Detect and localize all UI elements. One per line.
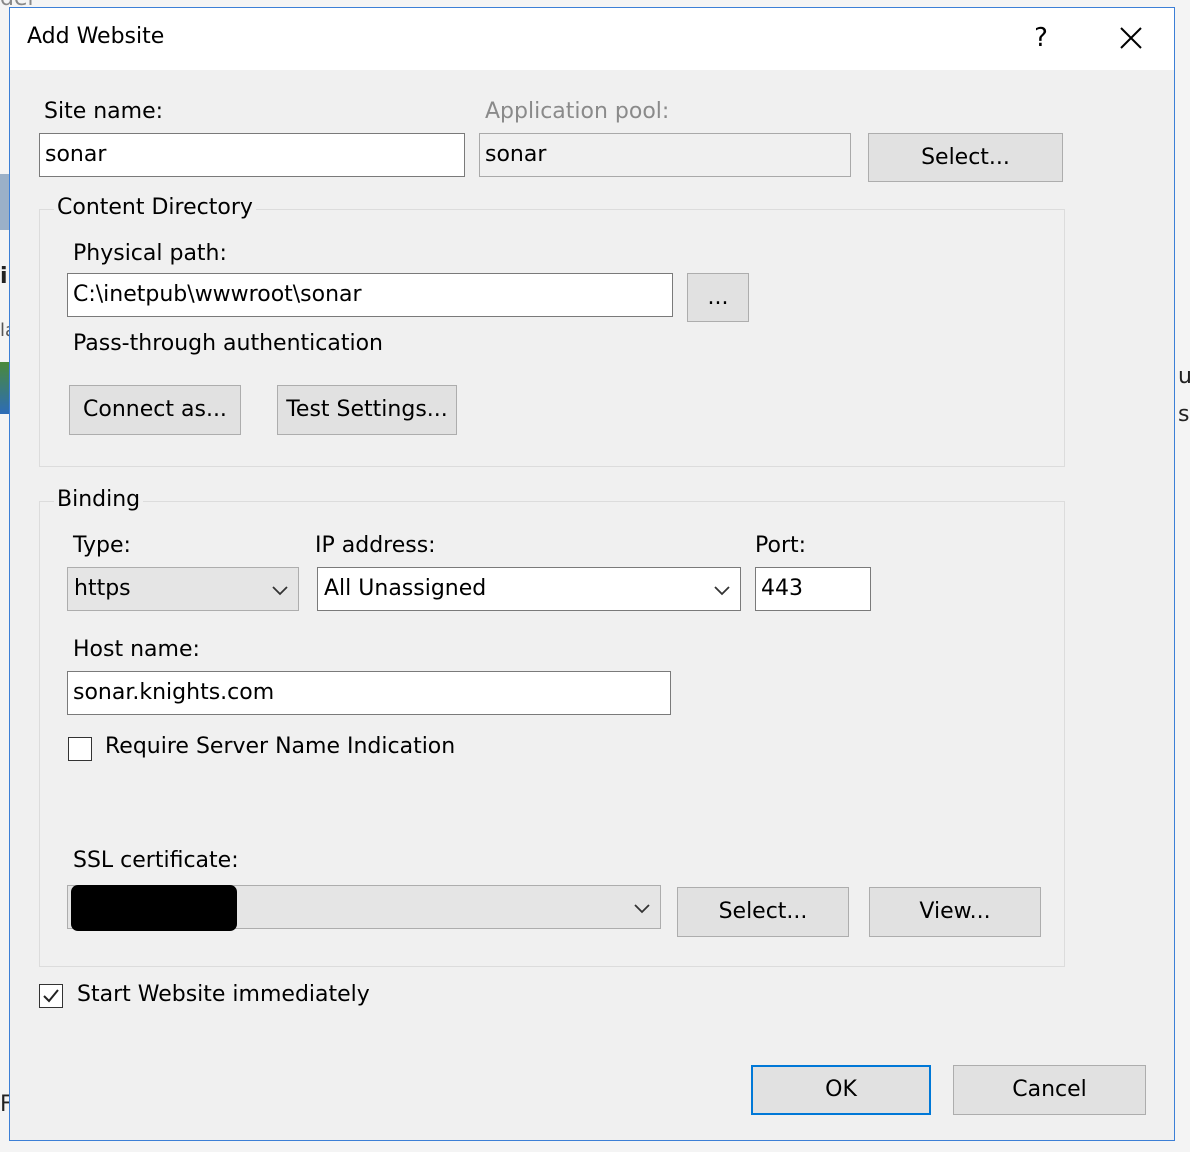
start-immediately-label: Start Website immediately [77, 982, 370, 1007]
content-directory-title: Content Directory [54, 195, 256, 220]
close-button[interactable] [1106, 18, 1156, 58]
ssl-certificate-label: SSL certificate: [73, 848, 239, 873]
checkmark-icon [43, 989, 59, 1003]
redacted-certificate-name [71, 885, 237, 931]
app-pool-input: sonar [479, 133, 851, 177]
add-website-dialog: Add Website ? Site name: sonar Applicati… [9, 7, 1175, 1141]
background-fragment-s: s [1178, 402, 1190, 427]
sni-label: Require Server Name Indication [105, 734, 456, 759]
ip-address-select[interactable]: All Unassigned [317, 567, 741, 611]
background-icon-green [0, 362, 9, 414]
title-bar: Add Website ? [10, 8, 1174, 70]
start-immediately-checkbox[interactable] [39, 984, 63, 1008]
host-name-input[interactable]: sonar.knights.com [67, 671, 671, 715]
background-fragment-u: u [1178, 364, 1190, 389]
ip-address-label: IP address: [315, 533, 436, 558]
chevron-down-icon [272, 586, 288, 596]
help-icon: ? [1034, 23, 1048, 53]
ok-button[interactable]: OK [751, 1065, 931, 1115]
physical-path-label: Physical path: [73, 241, 227, 266]
browse-path-button[interactable]: ... [687, 273, 749, 322]
type-label: Type: [73, 533, 131, 558]
dialog-title: Add Website [27, 24, 165, 49]
binding-title: Binding [54, 487, 144, 512]
host-name-label: Host name: [73, 637, 200, 662]
cancel-button[interactable]: Cancel [953, 1065, 1146, 1115]
ssl-select-button[interactable]: Select... [677, 887, 849, 937]
close-icon [1120, 27, 1142, 49]
site-name-input[interactable]: sonar [39, 133, 465, 177]
chevron-down-icon [714, 586, 730, 596]
select-app-pool-button[interactable]: Select... [868, 133, 1063, 182]
physical-path-input[interactable]: C:\inetpub\wwwroot\sonar [67, 273, 673, 317]
type-value: https [74, 576, 131, 601]
ssl-view-button[interactable]: View... [869, 887, 1041, 937]
app-pool-label: Application pool: [485, 99, 670, 124]
background-icon [0, 174, 9, 230]
port-label: Port: [755, 533, 807, 558]
help-button[interactable]: ? [1016, 18, 1066, 58]
test-settings-button[interactable]: Test Settings... [277, 385, 457, 435]
type-select[interactable]: https [67, 567, 299, 611]
site-name-label: Site name: [44, 99, 164, 124]
port-input[interactable]: 443 [755, 567, 871, 611]
sni-checkbox[interactable] [68, 737, 92, 761]
ip-address-value: All Unassigned [324, 576, 487, 601]
connect-as-button[interactable]: Connect as... [69, 385, 241, 435]
chevron-down-icon [634, 904, 650, 914]
pass-through-label: Pass-through authentication [73, 331, 383, 356]
